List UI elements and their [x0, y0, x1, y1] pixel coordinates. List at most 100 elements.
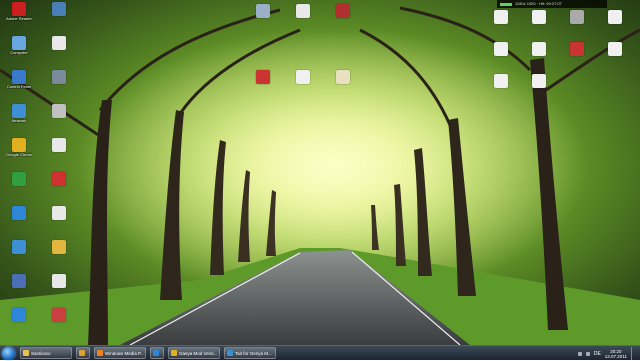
taskbar-item[interactable]: Sasticavo	[20, 347, 72, 359]
taskbar-item[interactable]: Tait for Geriya M...	[224, 347, 276, 359]
app-icon	[570, 10, 584, 24]
app-icon	[52, 308, 66, 322]
document-icon	[532, 42, 546, 56]
desktop-icon[interactable]	[526, 42, 552, 56]
document-icon	[532, 74, 546, 88]
document-icon	[52, 206, 66, 220]
folder-icon	[52, 240, 66, 254]
desktop-icon[interactable]: Computer	[6, 36, 32, 55]
desktop-icon-label: Network	[11, 118, 27, 123]
start-button[interactable]	[2, 347, 15, 360]
taskbar-item-label: Windows Media P...	[105, 350, 143, 356]
app-icon	[52, 70, 66, 84]
desktop-icon[interactable]: Control Panel	[6, 70, 32, 89]
meter-bar	[500, 2, 512, 6]
network-icon	[12, 104, 26, 118]
document-icon	[336, 70, 350, 84]
app-icon	[171, 350, 177, 356]
clock-date: 13.07.2011	[604, 353, 627, 359]
app-icon	[97, 350, 103, 356]
document-icon	[52, 138, 66, 152]
desktop-icon[interactable]	[46, 172, 72, 186]
desktop-icon[interactable]	[6, 240, 32, 254]
app-icon	[79, 350, 85, 356]
desktop-icon[interactable]	[46, 274, 72, 288]
desktop-icon-label: Google Chrome	[6, 152, 32, 157]
document-icon	[296, 70, 310, 84]
clock[interactable]: 20:20 13.07.2011	[605, 349, 627, 359]
network-icon	[12, 240, 26, 254]
ie-icon	[12, 308, 26, 322]
desktop-icon[interactable]	[488, 10, 514, 24]
desktop-icon[interactable]	[526, 10, 552, 24]
app-icon	[12, 172, 26, 186]
taskbar-item[interactable]: Gaeya Mod Versi...	[168, 347, 220, 359]
taskbar-item[interactable]	[76, 347, 90, 359]
document-icon	[52, 36, 66, 50]
app-icon	[227, 350, 233, 356]
desktop-icon[interactable]	[250, 70, 276, 84]
desktop-icon[interactable]	[290, 70, 316, 84]
document-icon	[532, 10, 546, 24]
flag-icon	[256, 70, 270, 84]
taskbar-item-label: Gaeya Mod Versi...	[179, 350, 217, 356]
volume-icon[interactable]	[585, 351, 590, 356]
desktop-icon[interactable]	[6, 274, 32, 288]
app-icon	[336, 4, 350, 18]
network-icon[interactable]	[577, 351, 582, 356]
desktop-icon[interactable]	[6, 172, 32, 186]
desktop-icon[interactable]	[46, 2, 72, 16]
desktop-icon[interactable]	[46, 206, 72, 220]
desktop-icon[interactable]	[46, 138, 72, 152]
desktop-icon[interactable]: Network	[6, 104, 32, 123]
app-icon	[12, 274, 26, 288]
app-icon	[52, 2, 66, 16]
desktop-icon[interactable]	[488, 42, 514, 56]
show-desktop-button[interactable]	[631, 347, 636, 360]
desktop-icon[interactable]	[564, 10, 590, 24]
system-meter-gadget[interactable]: 1150x 1920 · Hit: 09:27:07	[497, 0, 607, 8]
desktop-icon[interactable]	[46, 240, 72, 254]
desktop-icon[interactable]	[6, 308, 32, 322]
document-icon	[494, 10, 508, 24]
computer-icon	[12, 36, 26, 50]
app-icon	[153, 350, 159, 356]
taskbar-item[interactable]: Windows Media P...	[94, 347, 146, 359]
desktop-icon[interactable]	[290, 4, 316, 18]
document-icon	[608, 10, 622, 24]
document-icon	[52, 274, 66, 288]
desktop-icon[interactable]	[46, 70, 72, 84]
desktop-icon[interactable]	[564, 42, 590, 56]
app-icon	[52, 172, 66, 186]
desktop-icon[interactable]	[330, 70, 356, 84]
taskbar-item[interactable]	[150, 347, 164, 359]
desktop-icon[interactable]	[46, 104, 72, 118]
adobe-reader-icon	[12, 2, 26, 16]
system-tray: DE 20:20 13.07.2011	[577, 346, 640, 361]
document-icon	[296, 4, 310, 18]
ie-icon	[12, 206, 26, 220]
desktop-icon-label: Control Panel	[6, 84, 32, 89]
desktop-icon[interactable]	[330, 4, 356, 18]
meter-text: 1150x 1920 · Hit: 09:27:07	[515, 1, 562, 6]
desktop-icon[interactable]	[602, 10, 628, 24]
desktop-icon[interactable]: Adobe Reader	[6, 2, 32, 21]
desktop-icon[interactable]	[250, 4, 276, 18]
desktop-icon[interactable]	[602, 42, 628, 56]
app-icon	[23, 350, 29, 356]
taskbar-item-label: Sasticavo	[31, 350, 51, 356]
document-icon	[608, 42, 622, 56]
chrome-icon	[12, 138, 26, 152]
taskbar: Sasticavo Windows Media P... Gaeya Mod Ver…	[0, 345, 640, 360]
desktop-icon[interactable]	[526, 74, 552, 88]
desktop-icon[interactable]: Google Chrome	[6, 138, 32, 157]
desktop-icon[interactable]	[46, 36, 72, 50]
desktop-icon[interactable]	[46, 308, 72, 322]
settings-icon	[52, 104, 66, 118]
desktop-icon[interactable]	[488, 74, 514, 88]
language-indicator[interactable]: DE	[594, 351, 601, 357]
desktop-icon[interactable]	[6, 206, 32, 220]
document-icon	[494, 74, 508, 88]
desktop-icon-label: Adobe Reader	[6, 16, 32, 21]
document-icon	[494, 42, 508, 56]
